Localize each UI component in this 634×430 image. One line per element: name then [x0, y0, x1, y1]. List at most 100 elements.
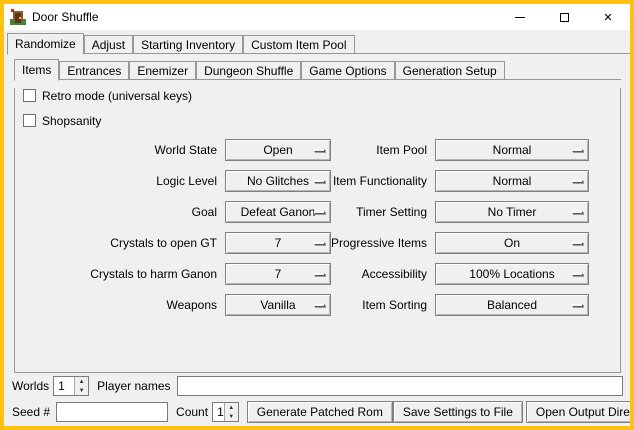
tab-randomize[interactable]: Randomize — [7, 33, 84, 55]
minimize-button[interactable] — [498, 4, 542, 30]
crystals-ganon-dropdown[interactable]: 7 — [225, 263, 331, 285]
seed-label: Seed # — [12, 405, 50, 419]
world-state-value: Open — [263, 143, 292, 157]
timer-setting-dropdown[interactable]: No Timer — [435, 201, 589, 223]
minimize-icon — [515, 17, 525, 18]
weapons-dropdown[interactable]: Vanilla — [225, 294, 331, 316]
item-pool-label: Item Pool — [331, 143, 435, 157]
window-title: Door Shuffle — [32, 10, 99, 24]
dropdown-indicator-icon — [314, 304, 325, 307]
worlds-label: Worlds — [12, 379, 49, 393]
timer-setting-label: Timer Setting — [331, 205, 435, 219]
dropdown-indicator-icon — [314, 242, 325, 245]
crystals-gt-value: 7 — [275, 236, 282, 250]
progressive-items-value: On — [504, 236, 520, 250]
dropdown-indicator-icon — [572, 180, 583, 183]
item-sorting-dropdown[interactable]: Balanced — [435, 294, 589, 316]
spinner-buttons: ▲ ▼ — [74, 377, 88, 395]
count-label: Count — [176, 405, 208, 419]
dropdown-indicator-icon — [572, 242, 583, 245]
world-state-label: World State — [21, 143, 225, 157]
world-state-dropdown[interactable]: Open — [225, 139, 331, 161]
checkbox-icon — [23, 114, 36, 127]
option-row: Weapons Vanilla Item Sorting Balanced — [15, 294, 620, 316]
item-pool-dropdown[interactable]: Normal — [435, 139, 589, 161]
spin-down-icon[interactable]: ▼ — [75, 386, 88, 395]
item-functionality-value: Normal — [493, 174, 532, 188]
spin-up-icon[interactable]: ▲ — [225, 403, 238, 412]
crystals-ganon-value: 7 — [275, 267, 282, 281]
spinner-buttons: ▲ ▼ — [224, 403, 238, 421]
accessibility-dropdown[interactable]: 100% Locations — [435, 263, 589, 285]
option-row: World State Open Item Pool Normal — [15, 139, 620, 161]
window-controls: × — [498, 4, 630, 30]
tab-starting-inventory[interactable]: Starting Inventory — [133, 35, 243, 54]
checkbox-icon — [23, 89, 36, 102]
progressive-items-dropdown[interactable]: On — [435, 232, 589, 254]
worlds-row: Worlds 1 ▲ ▼ Player names — [12, 375, 623, 397]
player-names-label: Player names — [97, 379, 170, 393]
item-sorting-value: Balanced — [487, 298, 537, 312]
seed-row: Seed # Count 1 ▲ ▼ Generate Patched Rom … — [12, 401, 623, 423]
option-row: Logic Level No Glitches Item Functionali… — [15, 170, 620, 192]
sub-tab-bar: Items Entrances Enemizer Dungeon Shuffle… — [14, 59, 621, 80]
shopsanity-label: Shopsanity — [42, 114, 101, 128]
goal-dropdown[interactable]: Defeat Ganon — [225, 201, 331, 223]
items-pane: Retro mode (universal keys) Shopsanity W… — [14, 88, 621, 373]
options-grid: World State Open Item Pool Normal Logic … — [15, 139, 620, 316]
tab-game-options[interactable]: Game Options — [301, 61, 394, 80]
weapons-label: Weapons — [21, 298, 225, 312]
tab-entrances[interactable]: Entrances — [59, 61, 129, 80]
tab-dungeon-shuffle[interactable]: Dungeon Shuffle — [196, 61, 301, 80]
spin-up-icon[interactable]: ▲ — [75, 377, 88, 386]
worlds-spinner[interactable]: 1 ▲ ▼ — [53, 376, 89, 396]
item-functionality-label: Item Functionality — [331, 174, 435, 188]
seed-input[interactable] — [56, 402, 168, 422]
logic-level-dropdown[interactable]: No Glitches — [225, 170, 331, 192]
spin-down-icon[interactable]: ▼ — [225, 412, 238, 421]
item-pool-value: Normal — [493, 143, 532, 157]
generate-patched-rom-button[interactable]: Generate Patched Rom — [247, 401, 393, 423]
titlebar: Door Shuffle × — [4, 4, 630, 30]
main-tab-bar: Randomize Adjust Starting Inventory Cust… — [7, 33, 630, 54]
retro-mode-checkbox[interactable]: Retro mode (universal keys) — [23, 88, 620, 103]
dropdown-indicator-icon — [572, 211, 583, 214]
close-button[interactable]: × — [586, 4, 630, 30]
door-shuffle-window: Door Shuffle × Randomize Adjust Starting… — [0, 0, 634, 430]
progressive-items-label: Progressive Items — [331, 236, 435, 250]
accessibility-value: 100% Locations — [469, 267, 554, 281]
item-sorting-label: Item Sorting — [331, 298, 435, 312]
item-functionality-dropdown[interactable]: Normal — [435, 170, 589, 192]
weapons-value: Vanilla — [260, 298, 295, 312]
count-spinner[interactable]: 1 ▲ ▼ — [212, 402, 239, 422]
shopsanity-checkbox[interactable]: Shopsanity — [23, 113, 620, 128]
retro-mode-label: Retro mode (universal keys) — [42, 89, 192, 103]
close-icon: × — [604, 10, 613, 25]
dropdown-indicator-icon — [314, 149, 325, 152]
tab-custom-item-pool[interactable]: Custom Item Pool — [243, 35, 354, 54]
accessibility-label: Accessibility — [331, 267, 435, 281]
dropdown-indicator-icon — [314, 273, 325, 276]
tab-generation-setup[interactable]: Generation Setup — [395, 61, 505, 80]
goal-label: Goal — [21, 205, 225, 219]
crystals-gt-dropdown[interactable]: 7 — [225, 232, 331, 254]
save-settings-button[interactable]: Save Settings to File — [393, 401, 523, 423]
option-row: Crystals to harm Ganon 7 Accessibility 1… — [15, 263, 620, 285]
maximize-icon — [560, 13, 569, 22]
crystals-ganon-label: Crystals to harm Ganon — [21, 267, 225, 281]
logic-level-label: Logic Level — [21, 174, 225, 188]
logic-level-value: No Glitches — [247, 174, 309, 188]
goal-value: Defeat Ganon — [241, 205, 316, 219]
worlds-value: 1 — [54, 377, 74, 395]
maximize-button[interactable] — [542, 4, 586, 30]
tab-items[interactable]: Items — [14, 59, 59, 81]
open-output-directory-button[interactable]: Open Output Directory — [526, 401, 634, 423]
player-names-input[interactable] — [177, 376, 624, 396]
crystals-gt-label: Crystals to open GT — [21, 236, 225, 250]
count-value: 1 — [213, 403, 224, 421]
dropdown-indicator-icon — [314, 180, 325, 183]
tab-enemizer[interactable]: Enemizer — [129, 61, 196, 80]
tab-adjust[interactable]: Adjust — [84, 35, 133, 54]
dropdown-indicator-icon — [314, 211, 325, 214]
dropdown-indicator-icon — [572, 273, 583, 276]
